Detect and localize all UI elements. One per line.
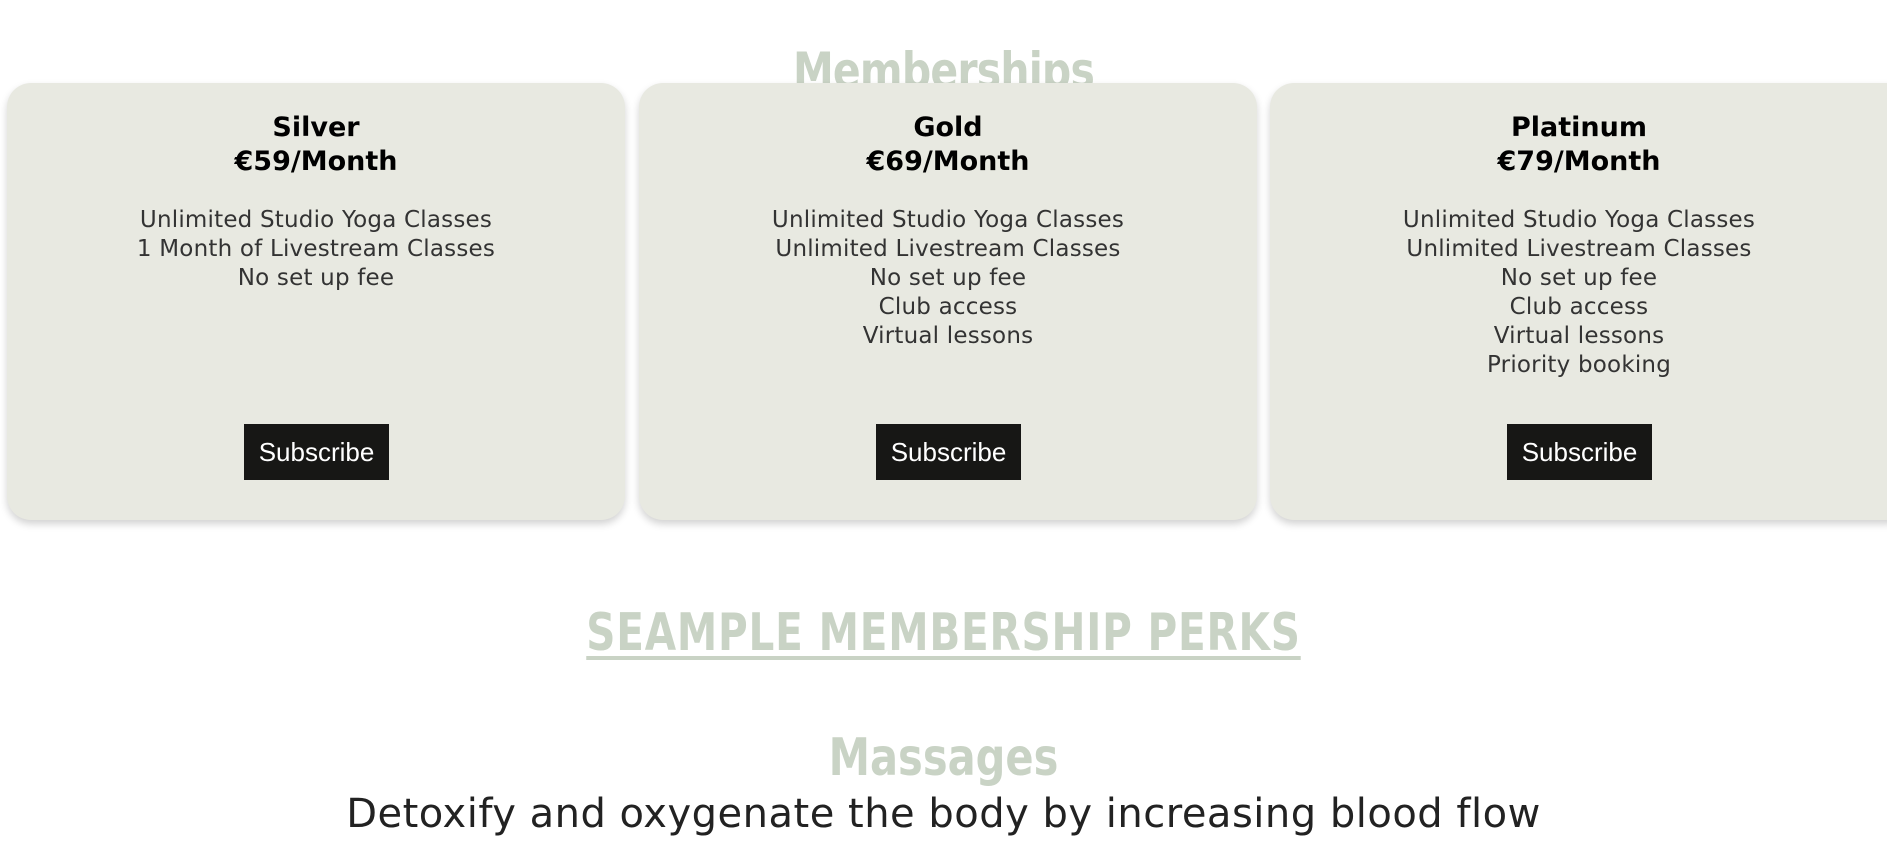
membership-card-gold: Gold €69/Month Unlimited Studio Yoga Cla… xyxy=(639,83,1257,520)
subscribe-button-silver[interactable]: Subscribe xyxy=(244,424,389,480)
plan-name: Gold xyxy=(913,112,983,143)
membership-card-silver: Silver €59/Month Unlimited Studio Yoga C… xyxy=(7,83,625,520)
plan-feature: 1 Month of Livestream Classes xyxy=(136,236,496,262)
subscribe-button-platinum[interactable]: Subscribe xyxy=(1507,424,1652,480)
plan-feature: Club access xyxy=(878,294,1018,320)
plan-feature: Priority booking xyxy=(1487,352,1671,378)
plan-feature: No set up fee xyxy=(869,265,1027,291)
membership-card-platinum: Platinum €79/Month Unlimited Studio Yoga… xyxy=(1270,83,1887,520)
subscribe-button-gold[interactable]: Subscribe xyxy=(876,424,1021,480)
plan-feature: Virtual lessons xyxy=(862,323,1034,349)
plan-feature: No set up fee xyxy=(1500,265,1658,291)
perk-title-massages: Massages xyxy=(828,728,1059,788)
plan-name: Silver xyxy=(272,112,360,143)
perk-description-massages: Detoxify and oxygenate the body by incre… xyxy=(346,791,1541,837)
plan-feature: Unlimited Livestream Classes xyxy=(775,236,1121,262)
plan-price: €59/Month xyxy=(234,146,398,177)
membership-cards: Silver €59/Month Unlimited Studio Yoga C… xyxy=(0,83,1887,523)
perks-heading: SEAMPLE MEMBERSHIP PERKS xyxy=(586,603,1301,664)
plan-feature: Unlimited Studio Yoga Classes xyxy=(139,207,493,233)
plan-name: Platinum xyxy=(1510,112,1647,143)
plan-price: €69/Month xyxy=(866,146,1030,177)
plan-features: Unlimited Studio Yoga Classes 1 Month of… xyxy=(7,206,625,293)
plan-feature: Unlimited Studio Yoga Classes xyxy=(1402,207,1756,233)
plan-feature: Virtual lessons xyxy=(1493,323,1665,349)
plan-features: Unlimited Studio Yoga Classes Unlimited … xyxy=(1270,206,1887,380)
plan-feature: Unlimited Studio Yoga Classes xyxy=(771,207,1125,233)
plan-price: €79/Month xyxy=(1497,146,1661,177)
plan-features: Unlimited Studio Yoga Classes Unlimited … xyxy=(639,206,1257,351)
plan-feature: Club access xyxy=(1509,294,1649,320)
plan-feature: Unlimited Livestream Classes xyxy=(1406,236,1752,262)
plan-feature: No set up fee xyxy=(237,265,395,291)
